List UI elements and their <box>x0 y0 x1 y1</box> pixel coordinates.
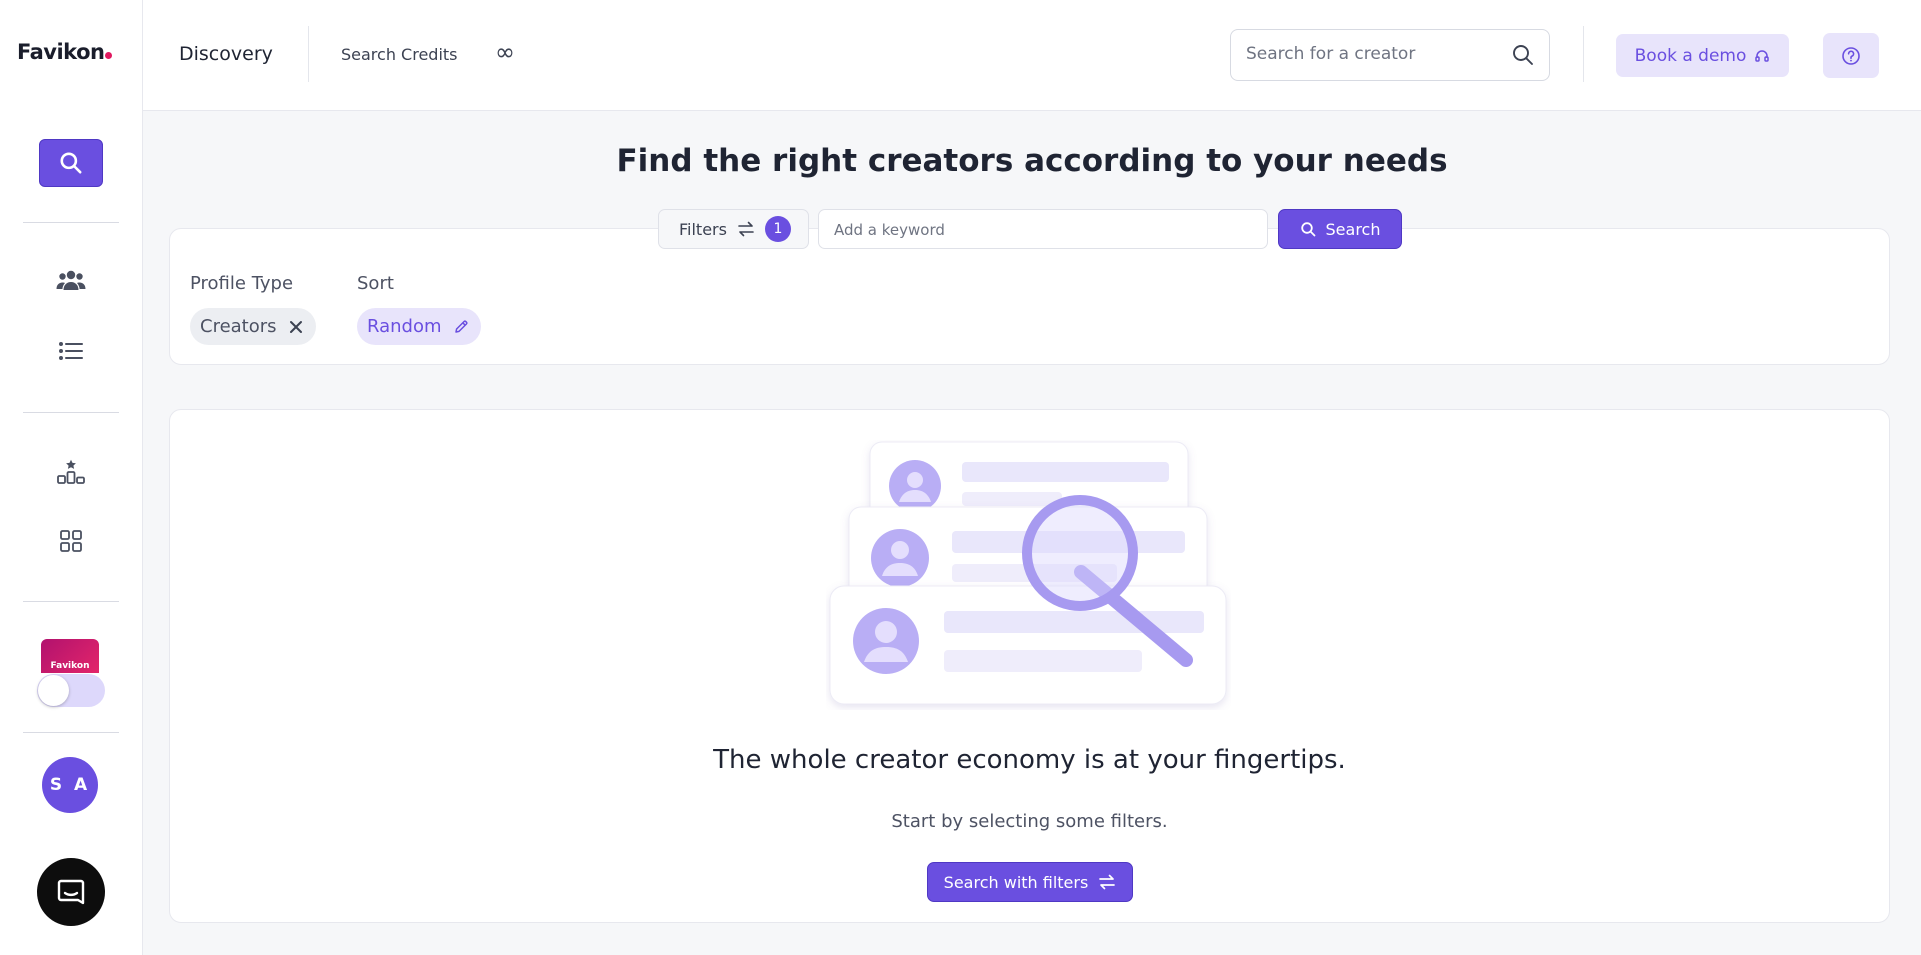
book-demo-label: Book a demo <box>1634 45 1747 66</box>
search-credits-value: ∞ <box>495 38 515 66</box>
sidebar: Favikon Favikon S A <box>0 0 143 955</box>
brand-thumbnail[interactable]: Favikon <box>41 639 99 673</box>
sidebar-divider <box>23 732 119 733</box>
chat-button[interactable] <box>37 858 105 926</box>
search-button-label: Search <box>1325 219 1381 239</box>
search-with-filters-label: Search with filters <box>943 872 1089 892</box>
search-button[interactable]: Search <box>1278 209 1402 249</box>
book-demo-button[interactable]: Book a demo <box>1616 34 1789 77</box>
sidebar-item-apps[interactable] <box>50 525 92 557</box>
filter-arrows-icon <box>738 221 754 237</box>
header-divider <box>308 26 309 82</box>
keyword-input[interactable] <box>834 221 1234 239</box>
header-divider <box>1583 26 1584 82</box>
sidebar-divider <box>23 412 119 413</box>
pencil-icon[interactable] <box>454 319 469 334</box>
search-icon <box>1300 222 1315 237</box>
sidebar-item-creators[interactable] <box>50 264 92 296</box>
creator-search-box[interactable] <box>1230 29 1550 81</box>
filters-button[interactable]: Filters 1 <box>658 209 809 249</box>
brand-thumbnail-label: Favikon <box>50 661 90 671</box>
search-icon <box>60 152 82 174</box>
profile-type-chip[interactable]: Creators <box>190 308 316 345</box>
ranking-icon <box>57 459 85 484</box>
keyword-field[interactable] <box>818 209 1268 249</box>
search-with-filters-button[interactable]: Search with filters <box>927 862 1133 902</box>
sidebar-item-search[interactable] <box>39 139 103 187</box>
logo-dot <box>105 52 113 59</box>
logo-text: Favikon <box>17 40 105 64</box>
sidebar-item-lists[interactable] <box>50 335 92 367</box>
filters-label: Filters <box>679 219 727 239</box>
avatar-initials: S A <box>49 775 91 795</box>
page-title: Discovery <box>179 43 273 65</box>
filters-count-badge: 1 <box>764 216 791 242</box>
list-icon <box>59 342 83 360</box>
grid-icon <box>60 530 82 552</box>
profile-type-value: Creators <box>200 316 277 337</box>
toggle-knob <box>38 675 69 706</box>
logo[interactable]: Favikon <box>17 40 113 64</box>
sort-value: Random <box>367 316 442 337</box>
sidebar-item-rankings[interactable] <box>50 456 92 488</box>
empty-state-title: The whole creator economy is at your fin… <box>713 745 1346 775</box>
sidebar-divider <box>23 222 119 223</box>
avatar[interactable]: S A <box>42 757 98 813</box>
sidebar-divider <box>23 601 119 602</box>
filter-arrows-icon <box>1099 874 1116 890</box>
search-credits-label: Search Credits <box>341 45 458 64</box>
chat-icon <box>57 879 85 905</box>
search-illustration <box>829 441 1227 705</box>
help-icon <box>1842 46 1860 65</box>
search-icon[interactable] <box>1511 43 1535 67</box>
sort-chip[interactable]: Random <box>357 308 481 345</box>
people-icon <box>56 270 86 290</box>
profile-type-label: Profile Type <box>190 273 294 294</box>
help-button[interactable] <box>1823 33 1879 78</box>
hero-title: Find the right creators according to you… <box>616 143 1448 179</box>
empty-state-subtitle: Start by selecting some filters. <box>891 811 1168 832</box>
top-bar: Discovery Search Credits ∞ Book a demo <box>143 0 1921 111</box>
mode-toggle[interactable] <box>37 674 105 707</box>
close-icon[interactable] <box>289 320 303 334</box>
creator-search-input[interactable] <box>1246 44 1506 64</box>
headset-icon <box>1755 49 1770 62</box>
sort-label: Sort <box>357 273 394 294</box>
